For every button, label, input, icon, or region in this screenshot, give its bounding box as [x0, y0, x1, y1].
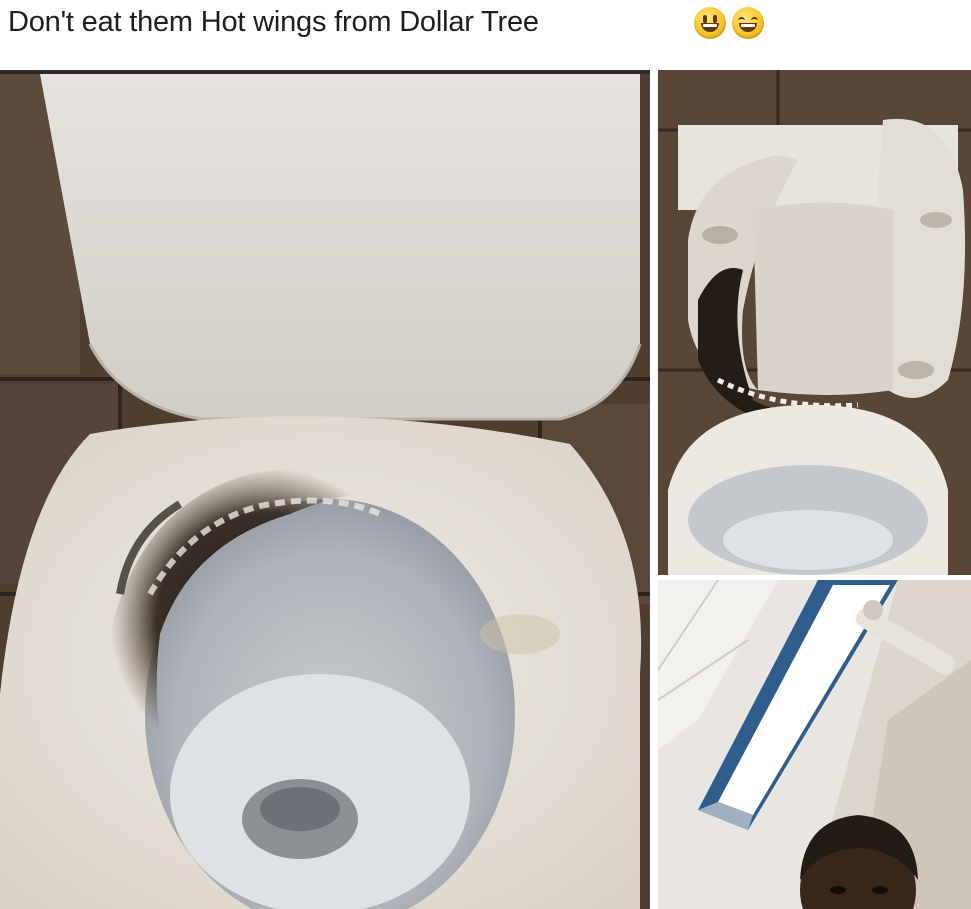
burnt-toilet-illustration: [0, 74, 650, 909]
selfie-illustration: [658, 580, 971, 909]
emoji-row: [694, 7, 764, 39]
melted-seat-illustration: [658, 70, 971, 575]
post-caption: Don't eat them Hot wings from Dollar Tre…: [8, 6, 539, 38]
burnt-toilet-bowl-photo: [0, 74, 650, 909]
smiling-face-icon: [694, 7, 726, 39]
grinning-face-icon: [732, 7, 764, 39]
bathroom-selfie-photo: [658, 580, 971, 909]
melted-toilet-seat-photo: [658, 70, 971, 575]
post-header: Don't eat them Hot wings from Dollar Tre…: [0, 0, 971, 70]
